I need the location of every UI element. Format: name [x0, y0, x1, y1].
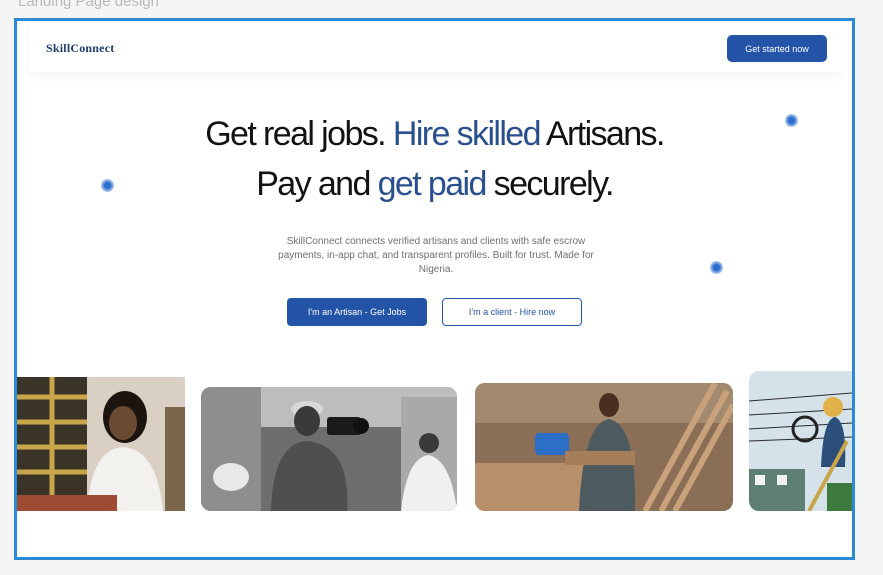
hero-subtitle: SkillConnect connects verified artisans … — [278, 236, 594, 275]
hotspot-dot[interactable] — [710, 261, 723, 274]
landing-page-frame[interactable]: SkillConnect Get started now Get real jo… — [14, 18, 855, 560]
headline-text: Artisans. — [545, 115, 665, 153]
photo-gallery — [17, 351, 852, 511]
headline-accent-text: Hire skilled — [392, 115, 542, 153]
hero-headline-line-2: Pay and get paid securely. — [17, 165, 852, 204]
hero-headline-line-1: Get real jobs. Hire skilled Artisans. — [17, 115, 852, 154]
electrician-photo — [749, 371, 852, 511]
headline-text: securely. — [493, 165, 615, 203]
headline-accent-text: get paid — [377, 165, 488, 203]
carpenter-photo — [475, 383, 733, 511]
headline-text: Get real jobs. — [205, 115, 386, 153]
photographer-photo — [201, 387, 457, 511]
headline-text: Pay and — [256, 165, 371, 203]
canvas-frame-label[interactable]: Landing Page design — [18, 0, 159, 10]
woman-on-phone-photo — [17, 377, 185, 511]
get-started-button[interactable]: Get started now — [727, 35, 827, 62]
client-hire-now-button[interactable]: I'm a client - Hire now — [442, 298, 582, 326]
navbar: SkillConnect Get started now — [29, 24, 841, 72]
logo[interactable]: SkillConnect — [46, 41, 114, 56]
artisan-get-jobs-button[interactable]: I'm an Artisan - Get Jobs — [287, 298, 427, 326]
